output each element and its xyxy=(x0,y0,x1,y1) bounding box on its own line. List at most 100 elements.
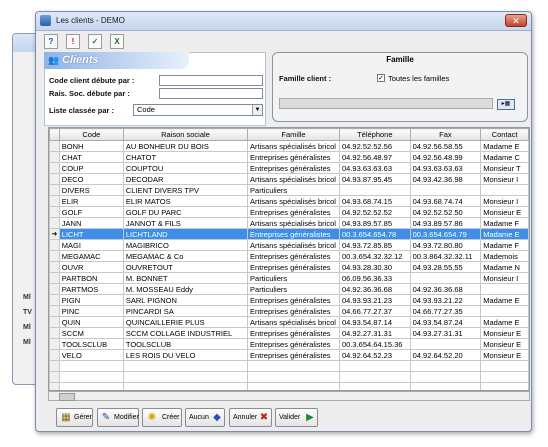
cell-famille[interactable]: Particuliers xyxy=(247,283,340,295)
cell-famille[interactable]: Entreprises généralistes xyxy=(247,261,340,273)
cell-famille[interactable]: Entreprises généralistes xyxy=(247,228,340,240)
scrollbar-thumb[interactable] xyxy=(59,393,75,401)
table-row[interactable]: PARTMOS M. MOSSEAU Eddy Particuliers 04.92.… xyxy=(49,283,529,295)
col-contact[interactable]: Contact xyxy=(480,128,529,141)
cell-famille[interactable]: Entreprises généralistes xyxy=(247,338,340,350)
cell-fax[interactable]: 04.93.93.21.22 xyxy=(409,294,482,306)
cell-fax[interactable]: 04.93.72.80.80 xyxy=(409,239,482,251)
table-row[interactable]: JANN JANNOT & FILS Artisans spécialisés br… xyxy=(49,217,529,229)
table-row[interactable]: PARTBON M. BONNET Particuliers 06.09.56.36.… xyxy=(49,272,529,284)
cell-telephone[interactable] xyxy=(338,184,411,196)
cell-famille[interactable]: Entreprises généralistes xyxy=(247,305,340,317)
cell-raison-sociale[interactable]: LICHTLAND xyxy=(122,228,249,240)
cell-raison-sociale[interactable]: GOLF DU PARC xyxy=(122,206,249,218)
horizontal-scrollbar[interactable] xyxy=(48,391,530,401)
cell-code[interactable]: CHAT xyxy=(58,151,124,163)
cell-famille[interactable]: Artisans spécialisés bricol xyxy=(247,173,340,185)
cell-contact[interactable]: Madame F xyxy=(480,217,529,229)
cell-famille[interactable]: Artisans spécialisés bricol xyxy=(247,217,340,229)
row-indicator[interactable] xyxy=(49,239,60,251)
row-indicator[interactable] xyxy=(49,184,60,196)
cell-telephone[interactable]: 04.92.36.36.68 xyxy=(338,283,411,295)
row-indicator[interactable] xyxy=(49,206,60,218)
cell-telephone[interactable]: 04.93.28.30.30 xyxy=(338,261,411,273)
table-row[interactable]: DIVERS CLIENT DIVERS TPV Particuliers xyxy=(49,184,529,196)
table-row[interactable]: PIGN SARL PIGNON Entreprises généralistes 0… xyxy=(49,294,529,306)
table-row[interactable]: GOLF GOLF DU PARC Entreprises généralistes… xyxy=(49,206,529,218)
cell-contact[interactable]: Madame C xyxy=(480,151,529,163)
creer-button[interactable]: ✺ Créer xyxy=(142,408,182,427)
cell-contact[interactable]: Monsieur E xyxy=(480,338,529,350)
cell-contact[interactable] xyxy=(480,184,529,196)
cell-telephone[interactable]: 04.92.52.52.52 xyxy=(338,206,411,218)
cell-code[interactable]: OUVR xyxy=(58,261,124,273)
cell-raison-sociale[interactable]: DECODAR xyxy=(122,173,249,185)
cell-raison-sociale[interactable]: AU BONHEUR DU BOIS xyxy=(122,140,249,152)
cell-contact[interactable] xyxy=(480,283,529,295)
cell-code[interactable]: TOOLSCLUB xyxy=(58,338,124,350)
table-row[interactable]: BONH AU BONHEUR DU BOIS Artisans spécialis… xyxy=(49,140,529,152)
cell-raison-sociale[interactable]: M. BONNET xyxy=(122,272,249,284)
cell-telephone[interactable]: 04.93.93.21.23 xyxy=(338,294,411,306)
cell-contact[interactable]: Madame F xyxy=(480,239,529,251)
cell-fax[interactable]: 04.66.77.27.35 xyxy=(409,305,482,317)
cell-famille[interactable]: Entreprises généralistes xyxy=(247,327,340,339)
cell-code[interactable]: DECO xyxy=(58,173,124,185)
row-indicator[interactable] xyxy=(49,305,60,317)
cell-contact[interactable]: Madame E xyxy=(480,316,529,328)
cell-telephone[interactable]: 00.3.654.64.15.36 xyxy=(338,338,411,350)
cell-telephone[interactable]: 04.93.72.85.85 xyxy=(338,239,411,251)
row-indicator[interactable] xyxy=(49,195,60,207)
cell-code[interactable]: ELIR xyxy=(58,195,124,207)
row-indicator[interactable] xyxy=(49,173,60,185)
cell-code[interactable]: PINC xyxy=(58,305,124,317)
cell-code[interactable]: JANN xyxy=(58,217,124,229)
cell-famille[interactable]: Entreprises généralistes xyxy=(247,162,340,174)
cell-fax[interactable]: 04.93.63.63.63 xyxy=(409,162,482,174)
help-icon[interactable]: ? xyxy=(44,34,58,49)
table-row[interactable]: COUP COUPTOU Entreprises généralistes 04.93… xyxy=(49,162,529,174)
cell-raison-sociale[interactable]: M. MOSSEAU Eddy xyxy=(122,283,249,295)
cell-code[interactable]: COUP xyxy=(58,162,124,174)
col-famille[interactable]: Famille xyxy=(247,128,340,141)
col-telephone[interactable]: Téléphone xyxy=(338,128,411,141)
cell-code[interactable]: GOLF xyxy=(58,206,124,218)
cell-telephone[interactable]: 06.09.56.36.33 xyxy=(338,272,411,284)
cell-contact[interactable] xyxy=(480,305,529,317)
cell-telephone[interactable]: 04.93.63.63.63 xyxy=(338,162,411,174)
cell-telephone[interactable]: 04.93.68.74.15 xyxy=(338,195,411,207)
cell-raison-sociale[interactable]: TOOLSCLUB xyxy=(122,338,249,350)
cell-contact[interactable]: Monsieur I xyxy=(480,195,529,207)
close-button[interactable]: ✕ xyxy=(505,14,527,27)
cell-famille[interactable]: Entreprises généralistes xyxy=(247,294,340,306)
cell-famille[interactable]: Entreprises généralistes xyxy=(247,151,340,163)
cell-contact[interactable]: Madame E xyxy=(480,294,529,306)
cell-raison-sociale[interactable]: SARL PIGNON xyxy=(122,294,249,306)
cell-code[interactable]: SCCM xyxy=(58,327,124,339)
cell-famille[interactable]: Entreprises généralistes xyxy=(247,206,340,218)
cell-code[interactable]: MEGAMAC xyxy=(58,250,124,262)
cell-telephone[interactable]: 04.93.87.95.45 xyxy=(338,173,411,185)
table-row[interactable]: OUVR OUVRETOUT Entreprises généralistes 04.… xyxy=(49,261,529,273)
cell-raison-sociale[interactable]: MEGAMAC & Co xyxy=(122,250,249,262)
cell-fax[interactable]: 04.92.56.48.99 xyxy=(409,151,482,163)
table-row[interactable]: SCCM SCCM COLLAGE INDUSTRIEL Entreprises g… xyxy=(49,327,529,339)
cell-fax[interactable]: 04.93.28.55.55 xyxy=(409,261,482,273)
cell-telephone[interactable]: 04.92.64.52.23 xyxy=(338,349,411,361)
table-row[interactable]: PINC PINCARDI SA Entreprises généralistes 0… xyxy=(49,305,529,317)
cell-telephone[interactable]: 04.92.52.52.56 xyxy=(338,140,411,152)
excel-icon[interactable]: X xyxy=(110,34,124,49)
cell-contact[interactable]: Monsieur I xyxy=(480,173,529,185)
col-raison-sociale[interactable]: Raison sociale xyxy=(122,128,249,141)
cell-fax[interactable]: 04.93.89.57.86 xyxy=(409,217,482,229)
chevron-down-icon[interactable]: ▼ xyxy=(252,105,262,115)
cell-fax[interactable]: 04.93.54.87.24 xyxy=(409,316,482,328)
cell-telephone[interactable]: 04.92.56.48.97 xyxy=(338,151,411,163)
col-code[interactable]: Code xyxy=(58,128,124,141)
cell-contact[interactable]: Mademois xyxy=(480,250,529,262)
table-row[interactable]: DECO DECODAR Artisans spécialisés bricol 04… xyxy=(49,173,529,185)
cell-raison-sociale[interactable]: CHATOT xyxy=(122,151,249,163)
cell-fax[interactable]: 04.92.36.36.68 xyxy=(409,283,482,295)
row-indicator[interactable] xyxy=(49,151,60,163)
row-pointer-icon[interactable]: ➜ xyxy=(49,228,60,240)
